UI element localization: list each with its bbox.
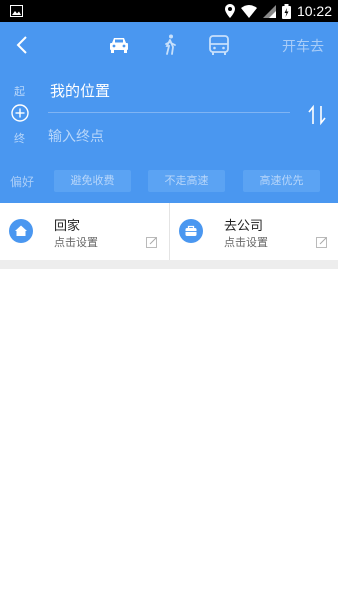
edit-icon[interactable] <box>316 236 328 248</box>
wifi-icon <box>240 4 257 18</box>
work-shortcut[interactable]: 去公司 点击设置 <box>170 203 338 260</box>
work-subtitle: 点击设置 <box>224 236 268 249</box>
battery-icon <box>281 3 291 19</box>
status-time: 10:22 <box>296 3 332 19</box>
status-bar: 10:22 <box>0 0 338 22</box>
preferences-label: 偏好 <box>10 175 35 189</box>
top-nav: 开车去 <box>0 22 338 68</box>
destination-input[interactable] <box>48 125 288 149</box>
route-preferences: 偏好 避免收费 不走高速 高速优先 <box>0 168 338 194</box>
section-separator <box>0 260 338 269</box>
home-icon <box>9 219 33 243</box>
briefcase-icon <box>179 219 203 243</box>
add-waypoint-icon[interactable] <box>11 104 29 122</box>
home-shortcut[interactable]: 回家 点击设置 <box>0 203 168 260</box>
go-button[interactable]: 开车去 <box>282 36 324 56</box>
home-subtitle: 点击设置 <box>54 236 98 249</box>
signal-icon <box>262 4 276 18</box>
end-label: 终 <box>14 132 25 145</box>
shortcut-row: 回家 点击设置 去公司 点击设置 <box>0 203 338 260</box>
start-location-field[interactable]: 我的位置 <box>50 80 110 101</box>
gallery-icon <box>10 5 23 17</box>
avoid-highways-button[interactable]: 不走高速 <box>148 170 225 192</box>
route-form: 起 终 我的位置 <box>0 74 338 164</box>
swap-icon[interactable] <box>306 104 328 126</box>
prefer-highways-button[interactable]: 高速优先 <box>243 170 320 192</box>
edit-icon[interactable] <box>146 236 158 248</box>
route-header: 开车去 起 终 我的位置 偏好 避免收费 不走高速 高速优先 <box>0 22 338 203</box>
avoid-tolls-button[interactable]: 避免收费 <box>54 170 131 192</box>
start-label: 起 <box>14 85 25 98</box>
car-icon[interactable] <box>107 33 131 57</box>
walk-icon[interactable] <box>158 33 182 57</box>
bus-icon[interactable] <box>207 33 231 57</box>
work-title: 去公司 <box>224 219 264 234</box>
location-icon <box>224 4 235 18</box>
home-title: 回家 <box>54 219 81 234</box>
back-icon[interactable] <box>12 34 34 56</box>
field-divider <box>48 112 290 113</box>
